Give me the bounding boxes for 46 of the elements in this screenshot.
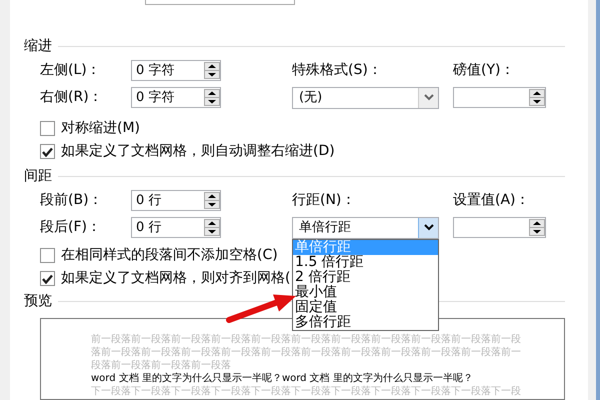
field-label: 设置值(A)： <box>453 192 530 208</box>
preview-text: 段落前一段落前一段落前一段落 <box>91 359 232 372</box>
dropdown-option[interactable]: 1.5 倍行距 <box>293 254 438 270</box>
dropdown-caret-icon[interactable] <box>424 224 434 231</box>
spin-field[interactable] <box>453 217 546 238</box>
section-title: 缩进 <box>24 36 52 56</box>
field-label: 左侧(L)： <box>40 62 101 78</box>
section-title: 间距 <box>24 166 52 186</box>
preview-text: 前一段落前一段落前一段落前一段落前一段落前一段落前一段落前一段落前一段落前一段落前一段 <box>91 333 522 346</box>
dropdown-option[interactable]: 固定值 <box>293 300 438 314</box>
dropdown-field[interactable]: (无) <box>292 86 439 108</box>
preview-text: 下一段落下一段落下一段落下一段落下一段落下一段落下一段落下一段落下一段落下一段落下一段 <box>91 385 522 398</box>
spin-arrows-icon[interactable] <box>529 89 545 106</box>
spin-arrows-icon[interactable] <box>204 219 220 236</box>
spin-arrows-icon[interactable] <box>204 89 220 106</box>
checkbox-label: 在相同样式的段落间不添加空格(C) <box>61 246 278 265</box>
checkbox-label: 如果定义了文档网格，则对齐到网格( <box>61 269 290 288</box>
preview-text: 落前一段落前一段落前一段落前一段落前一段落前一段落前一段落前一段落前一段落前一段落前一 <box>91 346 522 359</box>
dropdown-option[interactable]: 2 倍行距 <box>293 270 438 284</box>
spin-arrows-icon[interactable] <box>204 192 220 209</box>
preview-text: word 文档 里的文字为什么只显示一半呢？word 文档 里的文字为什么只显示一半呢？ <box>91 372 474 385</box>
dropdown-option[interactable]: 最小值 <box>293 284 438 300</box>
spin-field[interactable]: 0 字符 <box>131 60 221 81</box>
spin-arrows-icon[interactable] <box>204 62 220 79</box>
checkbox-label: 对称缩进(M) <box>61 119 140 138</box>
spin-field[interactable]: 0 字符 <box>131 87 221 108</box>
section-title: 预览 <box>24 292 52 310</box>
annotation-arrow <box>226 294 296 323</box>
checkbox[interactable] <box>40 271 55 286</box>
checkbox[interactable] <box>40 144 55 159</box>
spin-field[interactable] <box>453 87 546 108</box>
field-label: 段前(B)： <box>40 192 103 208</box>
field-label: 特殊格式(S)： <box>292 62 382 78</box>
field[interactable] <box>145 0 295 5</box>
checkbox-label: 如果定义了文档网格，则自动调整右缩进(D) <box>61 142 335 161</box>
checkbox[interactable] <box>40 121 55 136</box>
field-label: 磅值(Y)： <box>453 62 514 78</box>
spin-arrows-icon[interactable] <box>529 219 545 236</box>
dropdown-option[interactable]: 多倍行距 <box>293 314 438 330</box>
field-label: 右侧(R)： <box>40 89 103 105</box>
dropdown-field[interactable]: 单倍行距 <box>292 216 439 238</box>
spin-field[interactable]: 0 行 <box>131 190 221 211</box>
field-label: 行距(N)： <box>292 192 356 208</box>
field-label: 段后(F)： <box>40 219 101 235</box>
checkbox[interactable] <box>40 248 55 263</box>
spin-field[interactable]: 0 行 <box>131 217 221 238</box>
